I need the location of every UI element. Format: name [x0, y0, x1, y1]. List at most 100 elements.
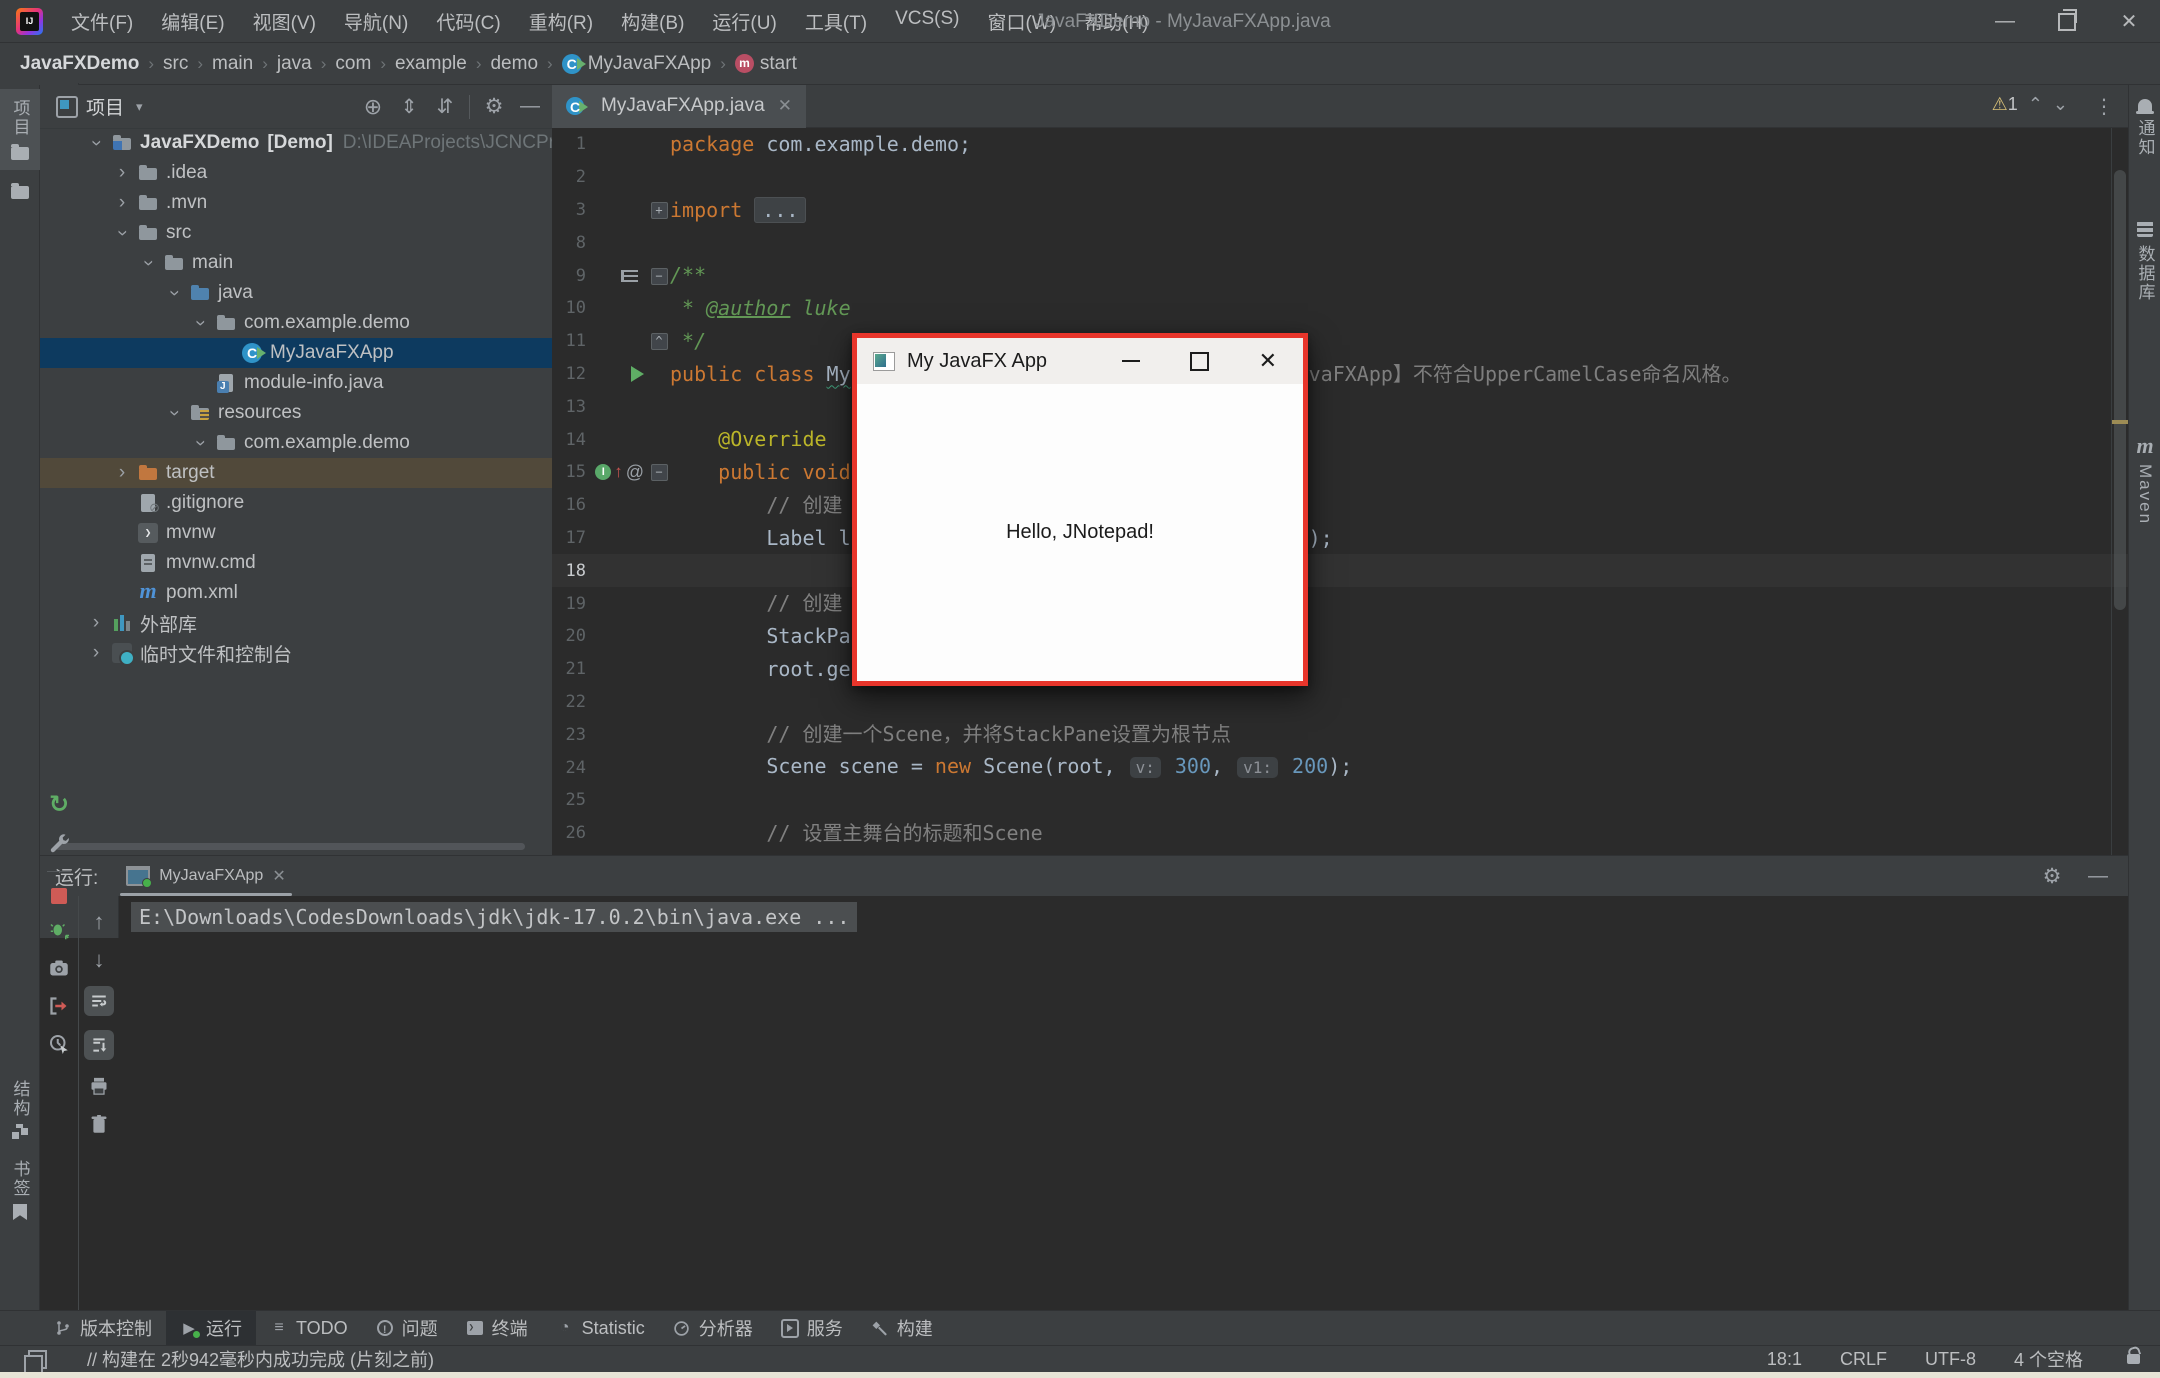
tool-window-button-profiler[interactable]: 分析器 [659, 1311, 767, 1346]
chevron-down-icon[interactable]: ▾ [136, 99, 143, 115]
layout-stack-icon[interactable] [28, 1350, 47, 1369]
menu-item[interactable]: 视图(V) [243, 5, 326, 38]
code-area[interactable]: 1package com.example.demo;23+import ...8… [552, 128, 2128, 850]
tool-button-structure[interactable]: 结构 [0, 1070, 40, 1150]
run-line-icon[interactable] [631, 366, 644, 382]
clear-trash-icon[interactable] [87, 1112, 111, 1136]
tree-chevron-icon[interactable]: › [85, 133, 107, 153]
code-line-26[interactable]: 26 // 设置主舞台的标题和Scene [552, 817, 2128, 850]
breadcrumb-item[interactable]: example [395, 53, 467, 75]
code-line-21[interactable]: 21 root.ge [552, 653, 2128, 686]
tree-item-src[interactable]: ›src [40, 218, 552, 248]
tool-button-maven[interactable]: m Maven [2129, 424, 2160, 537]
line-ending[interactable]: CRLF [1840, 1349, 1887, 1370]
panel-settings-gear-icon[interactable]: ⚙ [482, 95, 506, 119]
close-run-tab-icon[interactable]: ✕ [272, 866, 285, 886]
prev-problem-icon[interactable]: ⌃ [2028, 94, 2043, 115]
code-line-20[interactable]: 20 StackPa [552, 620, 2128, 653]
next-problem-icon[interactable]: ⌄ [2053, 94, 2068, 115]
scroll-to-end-toggle[interactable] [84, 1030, 114, 1060]
run-settings-gear-icon[interactable]: ⚙ [2040, 864, 2064, 888]
menu-item[interactable]: 代码(C) [426, 5, 510, 38]
up-stack-icon[interactable]: ↑ [87, 910, 111, 934]
javafx-app-window[interactable]: My JavaFX App ✕ Hello, JNotepad! [852, 333, 1308, 686]
code-line-16[interactable]: 16 // 创建 [552, 489, 2128, 522]
tree-item-main[interactable]: ›main [40, 248, 552, 278]
breadcrumb-item[interactable]: JavaFXDemo [20, 53, 139, 75]
project-horizontal-scrollbar[interactable] [55, 843, 525, 850]
tree-item-target[interactable]: ›target [40, 458, 552, 488]
tree-item-com.example.demo[interactable]: ›com.example.demo [40, 428, 552, 458]
hide-run-panel-icon[interactable]: — [2086, 864, 2110, 888]
editor-vertical-scrollbar[interactable] [2114, 170, 2126, 610]
code-line-9[interactable]: 9−/** [552, 259, 2128, 292]
tool-button-project[interactable]: 项目 [0, 89, 40, 170]
fold-marker-icon[interactable]: + [651, 202, 668, 219]
tree-item-java[interactable]: ›java [40, 278, 552, 308]
tool-window-button-terminal[interactable]: 终端 [452, 1311, 542, 1346]
menu-item[interactable]: 构建(B) [611, 5, 694, 38]
tool-button-commit[interactable] [0, 172, 40, 209]
tree-item-MyJavaFXApp[interactable]: MyJavaFXApp [40, 338, 552, 368]
code-line-13[interactable]: 13 [552, 390, 2128, 423]
inspections-widget[interactable]: ⚠1 ⌃ ⌄ [1992, 94, 2068, 115]
tree-item-mvnw.cmd[interactable]: mvnw.cmd [40, 548, 552, 578]
breadcrumb-item[interactable]: src [163, 53, 188, 75]
code-line-3[interactable]: 3+import ... [552, 194, 2128, 227]
fold-marker-icon[interactable]: ^ [651, 333, 668, 350]
tool-button-bookmarks[interactable]: 书签 [0, 1150, 40, 1230]
override-gutter-icon[interactable]: I [595, 464, 611, 480]
code-line-24[interactable]: 24 Scene scene = new Scene(root, v: 300,… [552, 751, 2128, 784]
code-line-10[interactable]: 10 * @author luke [552, 292, 2128, 325]
code-line-8[interactable]: 8 [552, 226, 2128, 259]
breadcrumb-item[interactable]: com [335, 53, 371, 75]
tree-item-[interactable]: ›外部库 [40, 608, 552, 638]
tool-window-button-services[interactable]: 服务 [767, 1311, 857, 1346]
status-message[interactable]: // 构建在 2秒942毫秒内成功完成 (片刻之前) [87, 1346, 434, 1372]
close-tab-icon[interactable]: ✕ [778, 96, 792, 116]
tree-item-[interactable]: ›临时文件和控制台 [40, 638, 552, 668]
tree-chevron-icon[interactable]: › [86, 612, 106, 634]
tree-chevron-icon[interactable]: › [112, 462, 132, 484]
tree-item-JavaFXDemo[interactable]: ›JavaFXDemo[Demo]D:\IDEAProjects\JCNCPro… [40, 128, 552, 158]
tree-item-resources[interactable]: ›resources [40, 398, 552, 428]
menu-item[interactable]: 编辑(E) [151, 5, 234, 38]
locate-file-icon[interactable]: ⊕ [361, 95, 385, 119]
javafx-maximize-icon[interactable] [1190, 352, 1209, 371]
breadcrumb-item[interactable]: java [277, 53, 312, 75]
code-line-23[interactable]: 23 // 创建一个Scene，并将StackPane设置为根节点 [552, 718, 2128, 751]
gc-clock-icon[interactable] [47, 1032, 71, 1056]
tree-chevron-icon[interactable]: › [189, 433, 211, 453]
print-icon[interactable] [87, 1074, 111, 1098]
menu-item[interactable]: VCS(S) [885, 5, 969, 38]
tree-item-module-info.java[interactable]: module-info.java [40, 368, 552, 398]
rerun-icon[interactable]: ↻ [47, 793, 71, 817]
menu-item[interactable]: 重构(R) [519, 5, 603, 38]
code-line-2[interactable]: 2 [552, 161, 2128, 194]
breadcrumb-item[interactable]: demo [490, 53, 538, 75]
console-command-line[interactable]: E:\Downloads\CodesDownloads\jdk\jdk-17.0… [131, 902, 857, 932]
thread-dump-camera-icon[interactable] [47, 956, 71, 980]
menu-item[interactable]: 工具(T) [795, 5, 877, 38]
breadcrumb-item[interactable]: mstart [735, 53, 797, 75]
code-line-25[interactable]: 25 [552, 784, 2128, 817]
expand-all-icon[interactable]: ⇕ [397, 95, 421, 119]
tree-item-pom.xml[interactable]: pom.xml [40, 578, 552, 608]
tree-chevron-icon[interactable]: › [163, 283, 185, 303]
attach-debugger-icon[interactable] [47, 918, 71, 942]
run-tab[interactable]: MyJavaFXApp ✕ [120, 856, 291, 896]
close-window-button[interactable]: ✕ [2098, 0, 2160, 43]
code-line-22[interactable]: 22 [552, 686, 2128, 719]
tree-chevron-icon[interactable]: › [163, 403, 185, 423]
caret-position[interactable]: 18:1 [1767, 1349, 1802, 1370]
unlock-icon[interactable] [2127, 1354, 2140, 1364]
tool-button-database[interactable]: 数据库 [2129, 209, 2160, 314]
minimize-window-button[interactable]: — [1974, 0, 2036, 43]
code-line-19[interactable]: 19 // 创建 [552, 587, 2128, 620]
tree-chevron-icon[interactable]: › [112, 162, 132, 184]
collapse-all-icon[interactable]: ⇵ [433, 95, 457, 119]
edit-config-wrench-icon[interactable] [47, 831, 71, 855]
code-line-11[interactable]: 11^ */ [552, 325, 2128, 358]
editor-tab-myjavafxapp[interactable]: MyJavaFXApp.java ✕ [552, 85, 806, 128]
fold-marker-icon[interactable]: − [651, 464, 668, 481]
